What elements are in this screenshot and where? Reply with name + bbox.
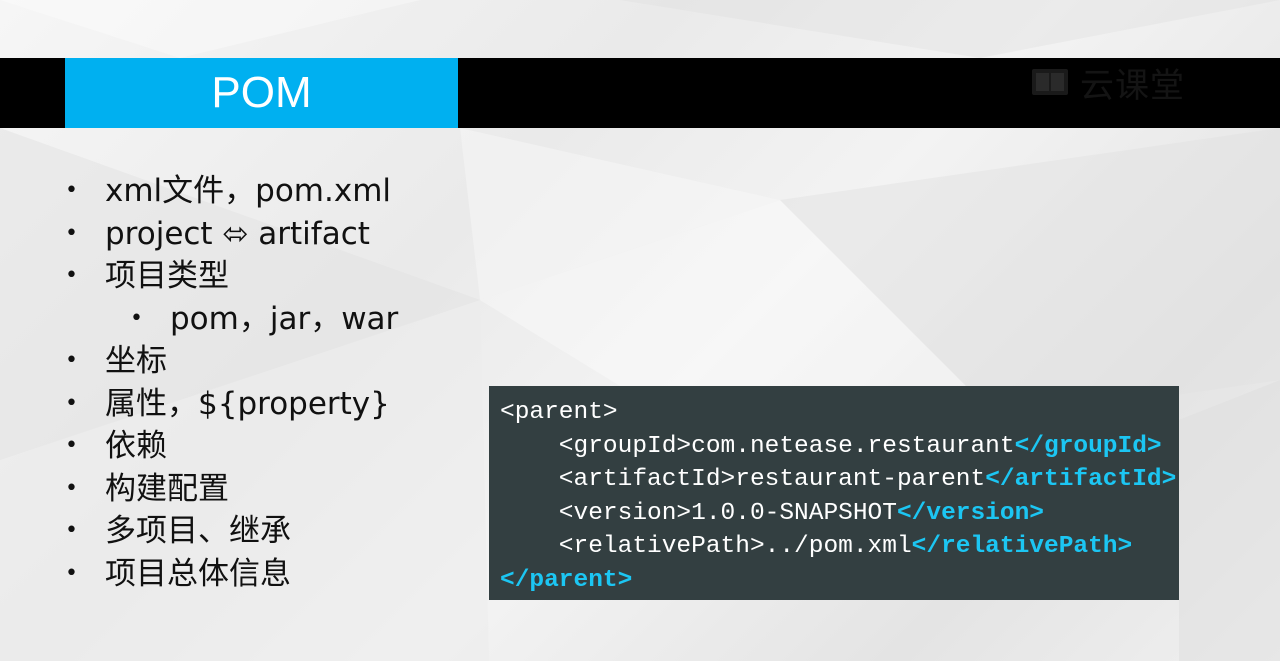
logo-text: 云课堂 bbox=[1080, 65, 1185, 106]
bullet-item: 构建配置 bbox=[60, 468, 398, 511]
slide-title: POM bbox=[65, 58, 458, 128]
code-snippet: <parent> <groupId>com.netease.restaurant… bbox=[489, 386, 1179, 600]
bullet-item: project ⬄ artifact bbox=[60, 213, 398, 256]
bullet-item: 属性，${property} bbox=[60, 383, 398, 426]
logo: 云课堂 bbox=[1030, 62, 1185, 106]
book-icon bbox=[1032, 69, 1068, 95]
bullet-list: xml文件，pom.xml project ⬄ artifact 项目类型 po… bbox=[60, 170, 398, 595]
code-line-6: </parent> bbox=[500, 566, 633, 594]
code-line-2: <groupId>com.netease.restaurant</groupId… bbox=[500, 432, 1162, 460]
code-line-4: <version>1.0.0-SNAPSHOT</version> bbox=[500, 499, 1044, 527]
bullet-item: xml文件，pom.xml bbox=[60, 170, 398, 213]
bullet-item: 依赖 bbox=[60, 425, 398, 468]
sub-bullet-item: pom，jar，war bbox=[60, 298, 398, 341]
code-line-1: <parent> bbox=[500, 399, 618, 426]
bullet-item: 项目类型 bbox=[60, 255, 398, 298]
bullet-item: 多项目、继承 bbox=[60, 510, 398, 553]
bullet-item: 项目总体信息 bbox=[60, 553, 398, 596]
code-line-5: <relativePath>../pom.xml</relativePath> bbox=[500, 533, 1133, 560]
bullet-item: 坐标 bbox=[60, 340, 398, 383]
code-line-3: <artifactId>restaurant-parent</artifactI… bbox=[500, 466, 1177, 493]
